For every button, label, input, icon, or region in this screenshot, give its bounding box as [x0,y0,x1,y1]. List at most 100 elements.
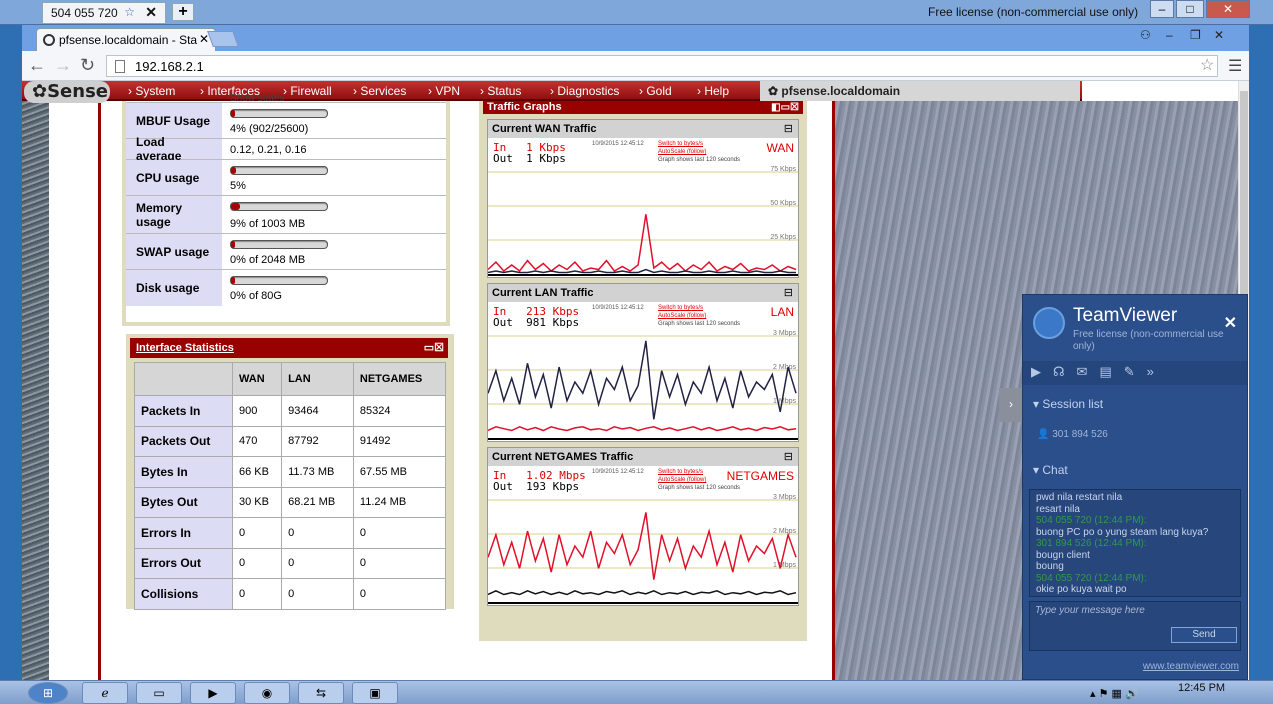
disk-row: Disk usage 0% of 80G [126,270,446,306]
cpu-label: CPU usage [126,160,222,195]
close-tab-icon[interactable]: ✕ [145,4,157,21]
table-row: Bytes In 66 KB 11.73 MB 67.55 MB [134,456,447,488]
chat-icon[interactable]: ✉ [1077,364,1100,379]
tick-label: 1 Mbps [773,398,796,405]
hostname-bar: ✿ pfsense.localdomain [760,81,1080,101]
explorer-icon[interactable]: ▭ [136,682,182,704]
chat-line: boung [1036,561,1064,572]
teamviewer-panel: TeamViewer Free license (non-commercial … [1022,294,1248,680]
remote-session-tab[interactable]: 504 055 720 ☆ ✕ [42,2,166,23]
media-player-icon[interactable]: ▶ [190,682,236,704]
session-item[interactable]: 👤 301 894 526 [1037,429,1108,440]
more-icon[interactable]: » [1147,364,1166,379]
menu-status[interactable]: › Status [480,84,521,98]
series-in-line [488,425,797,432]
reload-icon[interactable]: ↻ [80,55,95,76]
desktop-right-strip [1249,25,1273,680]
chrome-icon[interactable]: ◉ [244,682,290,704]
cpu-row: CPU usage 5% [126,160,446,196]
table-row: Bytes Out 30 KB 68.21 MB 11.24 MB [134,486,447,518]
back-icon[interactable]: ← [28,55,46,76]
app-icon[interactable]: ▣ [352,682,398,704]
panel-collapse-button[interactable]: › [999,388,1023,422]
menu-gold[interactable]: › Gold [639,84,672,98]
mbuf-bar [230,109,328,118]
taskbar: ⊞ ℯ ▭ ▶ ◉ ⇆ ▣ ▴ ⚑ ▦ 🔊 12:45 PM [0,680,1273,704]
teamviewer-brand: TeamViewer [1073,305,1178,326]
row-label: Collisions [134,578,233,610]
file-icon[interactable]: ▤ [1099,364,1123,379]
maximize-icon[interactable]: □ [1176,0,1204,18]
traffic-graph: Current NETGAMES Traffic ⊟ In 1.02 Mbps Out… [487,447,799,606]
video-icon[interactable]: ▶ [1031,364,1053,379]
browser-tab[interactable]: pfsense.localdomain - Sta ✕ [36,28,216,51]
menu-diagnostics[interactable]: › Diagnostics [550,84,619,98]
close-window-icon[interactable]: ✕ [1206,0,1250,18]
restore-icon[interactable]: ❐ [1190,28,1201,46]
browser-tab-title: pfsense.localdomain - Sta [59,33,198,47]
minimize-close-icon[interactable]: ▭☒ [424,341,444,354]
chat-header[interactable]: ▾ Chat [1033,463,1068,477]
menu-help[interactable]: › Help [697,84,729,98]
teamviewer-logo-icon [1033,307,1065,339]
new-session-button[interactable]: + [172,3,194,21]
minimize-icon[interactable]: ⊟ [784,286,793,299]
user-icon[interactable]: ⚇ [1140,28,1151,46]
minimize-icon[interactable]: ⊟ [784,122,793,135]
graph-header: Current NETGAMES Traffic ⊟ [488,448,798,466]
teamviewer-link[interactable]: www.teamviewer.com [1143,661,1239,672]
table-cell: 91492 [352,425,447,457]
bookmark-star-icon[interactable]: ☆ [1200,55,1214,75]
send-button[interactable]: Send [1171,627,1237,643]
minimize-icon[interactable]: – [1166,28,1173,46]
tick-label: 2 Mbps [773,528,796,535]
session-list-header[interactable]: ▾ Session list [1033,397,1103,411]
minimize-icon[interactable]: ⊟ [784,450,793,463]
chat-line: okie po kuya wait po [1036,584,1127,595]
menu-icon[interactable]: ☰ [1228,56,1242,76]
star-icon[interactable]: ☆ [124,5,135,19]
close-window-icon[interactable]: ✕ [1214,28,1224,46]
teamviewer-icon[interactable]: ⇆ [298,682,344,704]
table-cell: 67.55 MB [352,456,447,488]
tick-label: 2 Mbps [773,364,796,371]
forward-icon[interactable]: → [54,55,72,76]
column-header: WAN [231,362,283,396]
table-cell: 68.21 MB [281,486,354,518]
new-tab-button[interactable] [207,31,239,47]
cpu-bar [230,166,328,175]
logo-gear-icon: ✿ [32,81,48,102]
table-header-row: WAN LAN NETGAMES [134,362,447,396]
table-cell: 0 [352,517,447,549]
tick-label: 3 Mbps [773,330,796,337]
screen-artifact [22,101,49,680]
pfsense-logo[interactable]: ✿Sense [24,81,110,103]
memory-label: Memory usage [126,196,222,233]
page-icon [115,60,125,73]
ie-icon[interactable]: ℯ [82,682,128,704]
table-cell: 0 [352,578,447,610]
license-text: Free license (non-commercial use only) [928,5,1139,19]
chat-line: 301 894 526 (12:44 PM): [1036,538,1147,549]
table-cell: 0 [352,547,447,579]
minimize-icon[interactable]: – [1150,0,1174,18]
system-info-panel: Show states MBUF Usage 4% (902/25600) Lo… [122,93,450,326]
headset-icon[interactable]: ☊ [1053,364,1077,379]
close-icon[interactable]: ✕ [1224,313,1237,333]
table-cell: 30 KB [231,486,283,518]
address-bar[interactable]: 192.168.2.1 [106,55,1218,77]
panel-controls-icon[interactable]: ◧▭☒ [771,101,799,114]
table-cell: 0 [281,547,354,579]
chat-input[interactable]: Type your message here [1029,601,1241,651]
tray-icons[interactable]: ▴ ⚑ ▦ 🔊 [1090,687,1139,700]
interface-statistics-title[interactable]: Interface Statistics [136,342,234,354]
table-row: Errors Out 0 0 0 [134,547,447,579]
remote-session-id: 504 055 720 [51,6,118,20]
graph-plot: 3 Mbps 2 Mbps 1 Mbps [488,330,798,440]
tools-icon[interactable]: ✎ [1124,364,1147,379]
swap-row: SWAP usage 0% of 2048 MB [126,234,446,270]
table-cell: 900 [231,395,283,427]
empty-header [134,362,233,396]
start-button[interactable]: ⊞ [28,682,68,704]
column-header: LAN [281,362,354,396]
